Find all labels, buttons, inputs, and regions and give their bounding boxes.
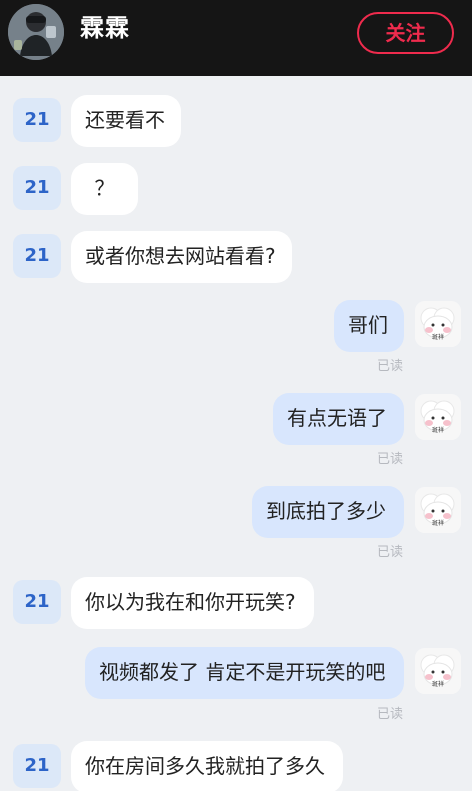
sender-avatar[interactable]: 21	[13, 580, 61, 624]
received-message-bubble: 还要看不	[71, 95, 181, 147]
sender-avatar[interactable]: 21	[13, 98, 61, 142]
sent-message-bubble: 到底拍了多少	[252, 486, 404, 538]
message-row: 有点无语了 斑祥 已读	[0, 393, 472, 469]
received-message-bubble: ？	[71, 163, 138, 215]
sent-message-bubble: 有点无语了	[273, 393, 404, 445]
read-status: 已读	[376, 452, 403, 467]
sender-avatar[interactable]: 21	[13, 166, 61, 210]
message-row: 21 或者你想去网站看看?	[0, 231, 472, 283]
message-row: 到底拍了多少 斑祥 已读	[0, 486, 472, 562]
avatar-caption: 斑祥	[432, 519, 444, 527]
chat-screen: 霖霖 关注 21 还要看不 21 ？ 21 或者你想去网站看看? 哥们 斑祥 已…	[0, 0, 472, 791]
chat-header: 霖霖 关注	[0, 0, 472, 76]
avatar-caption: 斑祥	[432, 680, 444, 688]
read-status: 已读	[376, 545, 403, 560]
sent-message-bubble: 哥们	[334, 300, 404, 352]
contact-avatar[interactable]	[8, 4, 64, 60]
user-avatar[interactable]: 斑祥	[415, 648, 461, 694]
sheep-avatar-icon: 斑祥	[415, 301, 461, 347]
sender-avatar[interactable]: 21	[13, 744, 61, 788]
message-row: 21 你以为我在和你开玩笑?	[0, 577, 472, 629]
sheep-avatar-icon: 斑祥	[415, 648, 461, 694]
received-message-bubble: 你以为我在和你开玩笑?	[71, 577, 314, 629]
message-row: 21 你在房间多久我就拍了多久	[0, 741, 472, 791]
message-row: 视频都发了 肯定不是开玩笑的吧 斑祥 已读	[0, 647, 472, 724]
user-avatar[interactable]: 斑祥	[415, 487, 461, 533]
avatar-caption: 斑祥	[432, 333, 444, 341]
user-avatar[interactable]: 斑祥	[415, 301, 461, 347]
sent-message-bubble: 视频都发了 肯定不是开玩笑的吧	[85, 647, 404, 699]
user-avatar[interactable]: 斑祥	[415, 394, 461, 440]
message-row: 哥们 斑祥 已读	[0, 300, 472, 376]
follow-button[interactable]: 关注	[357, 12, 454, 54]
chat-title: 霖霖	[80, 14, 130, 42]
sheep-avatar-icon: 斑祥	[415, 487, 461, 533]
read-status: 已读	[376, 707, 403, 722]
message-row: 21 还要看不	[0, 95, 472, 147]
message-row: 21 ？	[0, 163, 472, 215]
received-message-bubble: 或者你想去网站看看?	[71, 231, 292, 283]
received-message-bubble: 你在房间多久我就拍了多久	[71, 741, 343, 791]
read-status: 已读	[376, 359, 403, 374]
sender-avatar[interactable]: 21	[13, 234, 61, 278]
avatar-caption: 斑祥	[432, 426, 444, 434]
person-avatar-icon	[8, 4, 64, 60]
sheep-avatar-icon: 斑祥	[415, 394, 461, 440]
